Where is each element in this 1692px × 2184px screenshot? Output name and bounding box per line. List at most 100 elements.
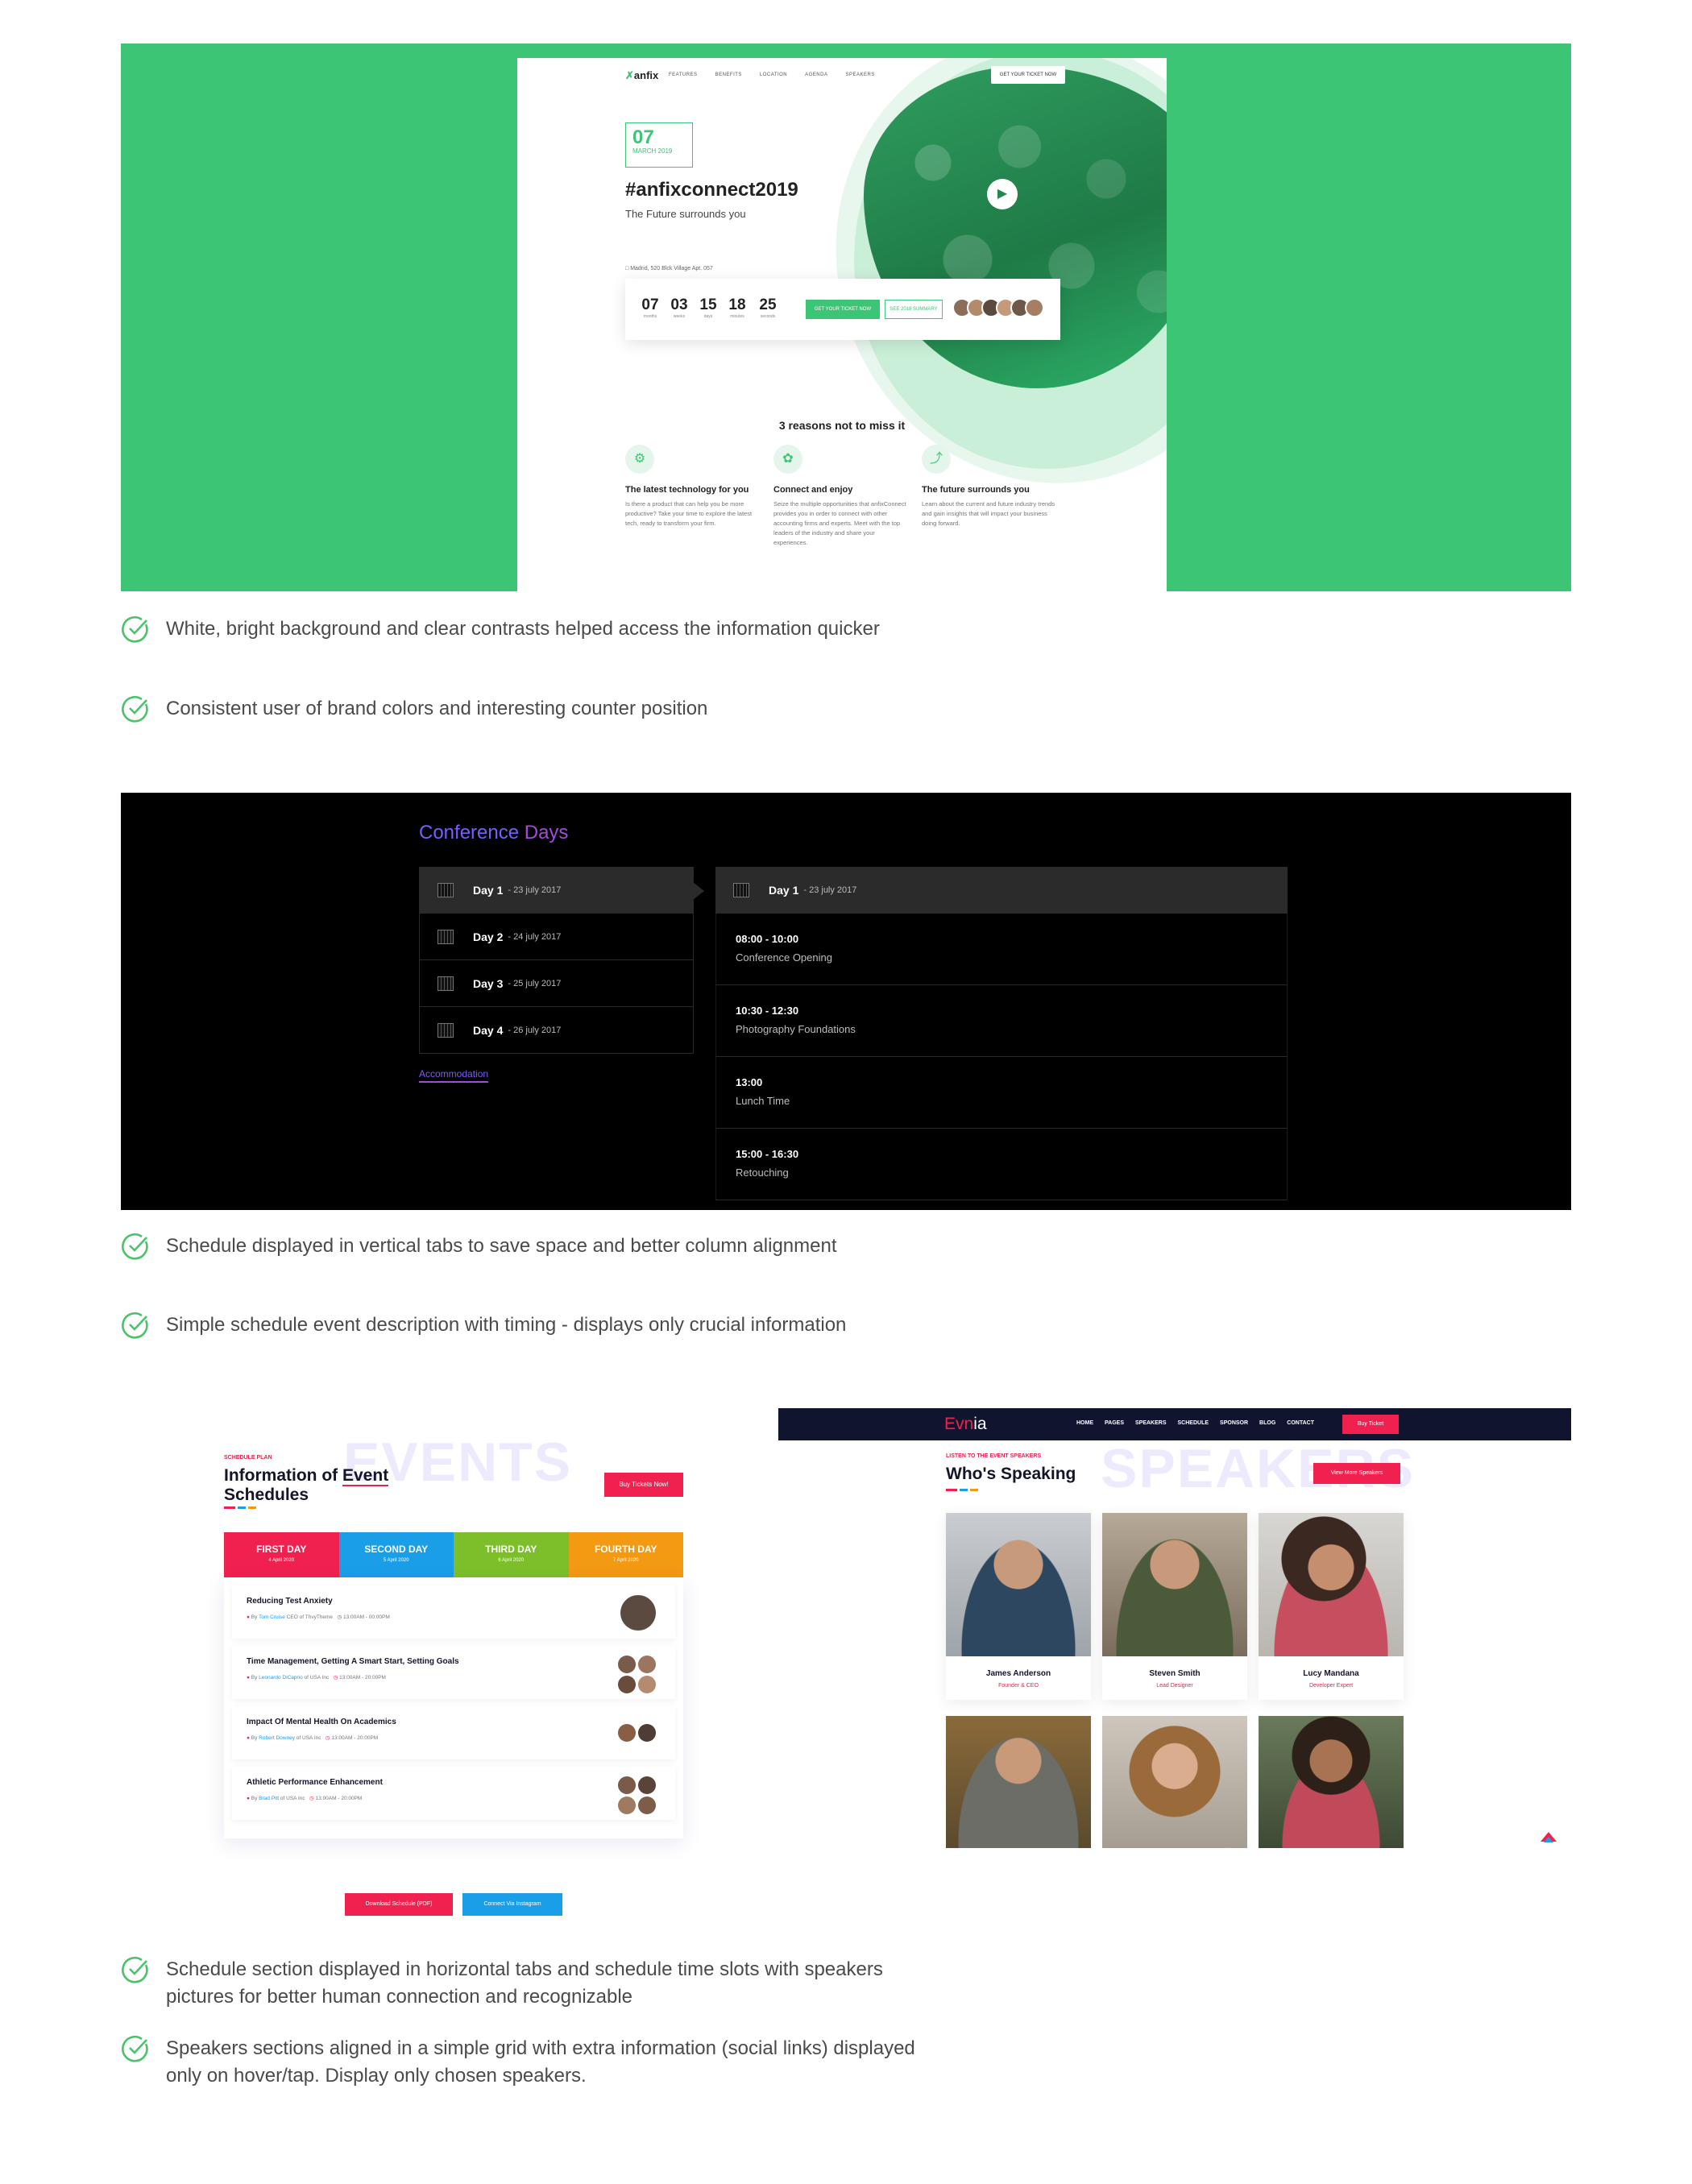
- speaker-card[interactable]: [1259, 1716, 1404, 1848]
- network-icon: ✿: [773, 445, 802, 474]
- menu-item-schedule[interactable]: SCHEDULE: [1178, 1420, 1209, 1426]
- clock-icon: ◷: [309, 1796, 314, 1801]
- schedule-slot[interactable]: 13:00 Lunch Time: [715, 1057, 1288, 1129]
- user-icon: ●: [247, 1735, 250, 1741]
- speaker-avatars: [620, 1595, 656, 1631]
- menu-item-sponsor[interactable]: SPONSOR: [1220, 1420, 1248, 1426]
- attendee-avatars: [952, 298, 1044, 317]
- clock-icon: ◷: [325, 1735, 330, 1741]
- scroll-to-top-icon[interactable]: [1541, 1832, 1557, 1842]
- menu-item-home[interactable]: HOME: [1076, 1420, 1093, 1426]
- tab-second-day[interactable]: SECOND DAY 5 April 2020: [338, 1532, 454, 1577]
- event-date-badge: 07 MARCH 2019: [625, 122, 693, 168]
- tab-day-1[interactable]: Day 1- 23 july 2017: [419, 867, 704, 914]
- feature-future: ⤴ The future surrounds you Learn about t…: [922, 445, 1059, 528]
- section-kicker: LISTEN TO THE EVENT SPEAKERS: [946, 1453, 1042, 1459]
- avatar: [638, 1676, 656, 1693]
- tab-third-day[interactable]: THIRD DAY 6 April 2020: [454, 1532, 569, 1577]
- schedule-slot[interactable]: 10:30 - 12:30 Photography Foundations: [715, 985, 1288, 1057]
- speaker-photo: [946, 1716, 1091, 1848]
- tab-day-4[interactable]: Day 4- 26 july 2017: [419, 1007, 694, 1054]
- connect-instagram-button[interactable]: Connect Via Instagram: [462, 1893, 562, 1916]
- bullet-item: Simple schedule event description with t…: [121, 1312, 927, 1340]
- clock-icon: ◷: [337, 1614, 342, 1620]
- schedule-slot[interactable]: 08:00 - 10:00 Conference Opening: [715, 914, 1288, 985]
- calendar-icon: [438, 1022, 454, 1038]
- nav-item-location[interactable]: LOCATION: [760, 73, 787, 77]
- accommodation-link[interactable]: Accommodation: [419, 1068, 489, 1083]
- schedule-panel-header: Day 1- 23 july 2017: [715, 867, 1288, 914]
- speaker-avatars: [618, 1724, 656, 1742]
- buy-tickets-button[interactable]: Buy Tickets Now!: [604, 1473, 683, 1497]
- get-ticket-button[interactable]: GET YOUR TICKET NOW: [806, 300, 880, 319]
- download-schedule-button[interactable]: Download Schedule (PDF): [345, 1893, 453, 1916]
- anfix-logo[interactable]: ✗anfix: [625, 69, 658, 82]
- feature-technology: ⚙ The latest technology for you Is there…: [625, 445, 762, 528]
- user-icon: ●: [247, 1796, 250, 1801]
- schedule-slot[interactable]: 15:00 - 16:30 Retouching: [715, 1129, 1288, 1200]
- tab-fourth-day[interactable]: FOURTH DAY 7 April 2020: [568, 1532, 683, 1577]
- countdown-box: 07 months 03 weeks 15 days 18 minutes 25 seco…: [625, 279, 1060, 340]
- nav-ticket-button[interactable]: GET YOUR TICKET NOW: [991, 66, 1065, 84]
- event-hashtag: #anfixconnect2019: [625, 179, 798, 201]
- check-circle-icon: [122, 1233, 148, 1260]
- title-underline: [946, 1489, 978, 1491]
- clock-icon: ◷: [333, 1675, 338, 1680]
- schedule-item[interactable]: Impact Of Mental Health On Academics ● B…: [232, 1706, 675, 1759]
- section-title: Who's Speaking: [946, 1465, 1076, 1483]
- avatar: [618, 1656, 636, 1673]
- buy-ticket-button[interactable]: Buy Ticket: [1342, 1415, 1399, 1434]
- speaker-card[interactable]: [1102, 1716, 1247, 1848]
- tab-day-3[interactable]: Day 3- 25 july 2017: [419, 960, 694, 1007]
- play-icon[interactable]: ▶: [987, 179, 1018, 209]
- check-circle-icon: [122, 2035, 148, 2062]
- schedule-item[interactable]: Reducing Test Anxiety ● By Tom Cruise CE…: [232, 1585, 675, 1639]
- menu-item-pages[interactable]: PAGES: [1105, 1420, 1124, 1426]
- avatar: [638, 1776, 656, 1794]
- bullet-item: Schedule section displayed in horizontal…: [121, 1956, 927, 2011]
- check-circle-icon: [122, 695, 148, 723]
- avatar: [618, 1797, 636, 1814]
- nav-item-benefits[interactable]: BENEFITS: [715, 73, 742, 77]
- speaker-card[interactable]: Lucy Mandana Developer Expert: [1259, 1513, 1404, 1700]
- tab-day-2[interactable]: Day 2- 24 july 2017: [419, 914, 694, 960]
- title-underline: [224, 1506, 256, 1509]
- date-month: MARCH 2019: [632, 147, 673, 155]
- schedule-list: Reducing Test Anxiety ● By Tom Cruise CE…: [224, 1577, 683, 1838]
- schedule-item[interactable]: Time Management, Getting A Smart Start, …: [232, 1646, 675, 1699]
- speaker-card[interactable]: James Anderson Founder & CEO: [946, 1513, 1091, 1700]
- anfix-nav: FEATURES BENEFITS LOCATION AGENDA SPEAKE…: [669, 73, 875, 77]
- schedule-item[interactable]: Athletic Performance Enhancement ● By Br…: [232, 1767, 675, 1820]
- evnia-logo[interactable]: Evnia: [944, 1415, 987, 1434]
- avatar: [638, 1724, 656, 1742]
- evnia-menu: HOME PAGES SPEAKERS SCHEDULE SPONSOR BLO…: [1076, 1420, 1314, 1426]
- speaker-card[interactable]: Steven Smith Lead Designer: [1102, 1513, 1247, 1700]
- section-kicker: SCHEDULE PLAN: [224, 1455, 272, 1461]
- anfix-showcase: ▶ ✗anfix FEATURES BENEFITS LOCATION AGEN…: [121, 44, 1571, 591]
- speaker-photo: [1259, 1716, 1404, 1848]
- speaker-card[interactable]: [946, 1716, 1091, 1848]
- avatar: [618, 1724, 636, 1742]
- conference-title: Conference Days: [419, 822, 569, 843]
- summary-button[interactable]: SEE 2018 SUMMARY: [885, 300, 943, 319]
- view-more-speakers-button[interactable]: View More Speakers: [1313, 1463, 1400, 1484]
- growth-icon: ⤴: [922, 445, 951, 474]
- conference-days-showcase: Conference Days Day 1- 23 july 2017 Day …: [121, 793, 1571, 1210]
- nav-item-agenda[interactable]: AGENDA: [805, 73, 827, 77]
- menu-item-speakers[interactable]: SPEAKERS: [1135, 1420, 1167, 1426]
- nav-item-features[interactable]: FEATURES: [669, 73, 698, 77]
- day-tabs: Day 1- 23 july 2017 Day 2- 24 july 2017 …: [419, 867, 704, 1054]
- check-circle-icon: [122, 1312, 148, 1339]
- bullet-item: Schedule displayed in vertical tabs to s…: [121, 1233, 927, 1261]
- calendar-icon: [438, 976, 454, 991]
- avatar: [638, 1797, 656, 1814]
- check-circle-icon: [122, 615, 148, 643]
- avatar: [638, 1656, 656, 1673]
- speaker-photo: [1102, 1716, 1247, 1848]
- menu-item-contact[interactable]: CONTACT: [1287, 1420, 1314, 1426]
- chip-icon: ⚙: [625, 445, 654, 474]
- tab-first-day[interactable]: FIRST DAY 4 April 2020: [224, 1532, 339, 1585]
- menu-item-blog[interactable]: BLOG: [1259, 1420, 1275, 1426]
- nav-item-speakers[interactable]: SPEAKERS: [845, 73, 874, 77]
- calendar-icon: [438, 883, 454, 897]
